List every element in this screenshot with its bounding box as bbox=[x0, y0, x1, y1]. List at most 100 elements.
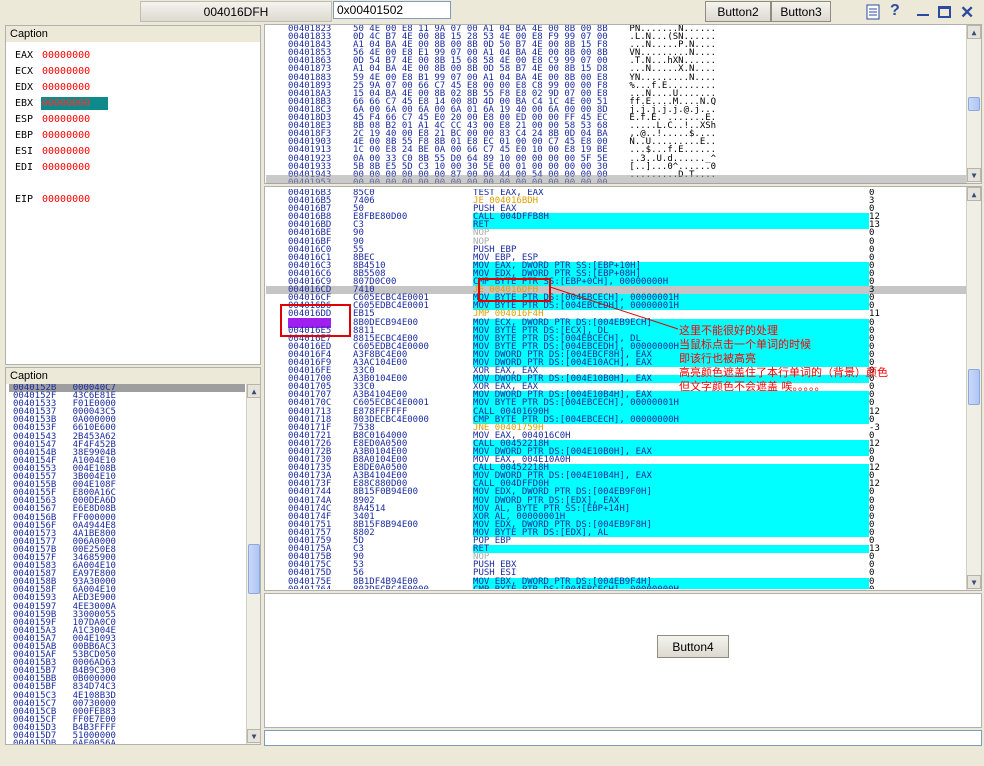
scroll-thumb[interactable] bbox=[248, 544, 260, 594]
disasm-mnemonic: JE 004016BDH bbox=[473, 196, 539, 207]
disasm-mnemonic: POP EBP bbox=[473, 536, 511, 547]
address-label-box: 004016DFH bbox=[140, 1, 332, 22]
disasm-row[interactable]: 004016B5 7406 JE 004016BDH 3 bbox=[288, 196, 964, 207]
register-row[interactable]: EBX 00000000 bbox=[15, 97, 109, 110]
menu-icon[interactable] bbox=[866, 4, 880, 20]
register-name: ESP bbox=[15, 114, 34, 125]
register-value: 00000000 bbox=[42, 162, 91, 173]
stack-scrollbar[interactable]: ▲ ▼ bbox=[246, 384, 261, 744]
hex-scroll-down-icon[interactable]: ▼ bbox=[967, 168, 981, 182]
disasm-row[interactable]: 00401744 8B15F0B94E00 MOV EDX, DWORD PTR … bbox=[288, 488, 964, 497]
register-name: EBX bbox=[15, 98, 34, 109]
maximize-icon[interactable] bbox=[938, 6, 951, 18]
disasm-bytes: 53 bbox=[353, 560, 364, 571]
disasm-mnemonic: CALL 004DFFB8H bbox=[473, 213, 870, 222]
annotation-line: 这里不能很好的处理 bbox=[679, 324, 778, 337]
register-value: 00000000 bbox=[42, 82, 91, 93]
disasm-cycles: 0 bbox=[869, 585, 874, 589]
register-value: 00000000 bbox=[42, 50, 91, 61]
register-row[interactable]: ESI 00000000 bbox=[15, 146, 91, 157]
disasm-address: 00401764 bbox=[288, 585, 331, 589]
disasm-scroll-up-icon[interactable]: ▲ bbox=[967, 187, 981, 201]
register-value: 00000000 bbox=[42, 194, 91, 205]
close-icon[interactable]: ✕ bbox=[960, 3, 974, 23]
register-row-eip[interactable]: EIP 00000000 bbox=[15, 194, 91, 205]
disasm-bytes: 90 bbox=[353, 228, 364, 239]
hex-dump-list[interactable]: 00401823 50 4E 00 E8 11 9A 07 00 A1 04 B… bbox=[288, 25, 964, 183]
registers-caption: Caption bbox=[6, 26, 260, 42]
hex-scrollbar[interactable]: ▲ ▼ bbox=[966, 25, 981, 183]
register-row[interactable]: EDX 00000000 bbox=[15, 82, 91, 93]
register-name: ESI bbox=[15, 146, 34, 157]
disasm-row[interactable]: 004016B8 E8FBE80D00 CALL 004DFFB8H 12 bbox=[288, 213, 964, 222]
disasm-scroll-thumb[interactable] bbox=[968, 369, 980, 405]
annotation-arrow bbox=[550, 286, 679, 330]
disasm-bytes: 803DECBC4E0000 bbox=[353, 585, 473, 589]
output-pane bbox=[264, 593, 982, 728]
register-value: 00000000 bbox=[42, 114, 91, 125]
disasm-bytes: C3 bbox=[353, 220, 364, 231]
disasm-bytes: 90 bbox=[353, 236, 364, 247]
disasm-row[interactable]: 0040175B 90 NOP 0 bbox=[288, 552, 964, 563]
stack-row[interactable]: 004015DB 6AE0056A bbox=[9, 740, 245, 744]
hex-scroll-up-icon[interactable]: ▲ bbox=[967, 25, 981, 39]
disasm-row[interactable]: 00401764 803DECBC4E0000CMP BYTE PTR DS:[… bbox=[288, 585, 964, 589]
annotation-line: 当鼠标点击一个单词的时候 bbox=[679, 338, 811, 351]
hex-dump-pane: 00401823 50 4E 00 E8 11 9A 07 00 A1 04 B… bbox=[264, 24, 982, 184]
scroll-up-icon[interactable]: ▲ bbox=[247, 384, 261, 398]
disasm-row[interactable]: 0040174C 8A4514 MOV AL, BYTE PTR SS:[EBP+… bbox=[288, 504, 964, 513]
command-input[interactable] bbox=[264, 730, 982, 746]
register-name: EAX bbox=[15, 50, 34, 61]
annotation-line: 高亮颜色遮盖住了本行单词的（背景）颜色 bbox=[679, 366, 888, 379]
disasm-bytes: 7406 bbox=[353, 196, 375, 207]
register-row[interactable]: EAX 00000000 bbox=[15, 50, 91, 61]
disasm-row[interactable]: 004016BF 90 NOP 0 bbox=[288, 236, 964, 247]
address-input-value: 0x00401502 bbox=[337, 3, 404, 17]
annotation-line: 即该行也被高亮 bbox=[679, 352, 756, 365]
disasm-row[interactable]: 00401751 8B15F8B94E00 MOV EDX, DWORD PTR … bbox=[288, 520, 964, 529]
disasm-row[interactable]: 0040175C 53 PUSH EBX 0 bbox=[288, 560, 964, 571]
disasm-row[interactable]: 0040175A C3 RET 13 bbox=[288, 545, 964, 554]
scroll-down-icon[interactable]: ▼ bbox=[247, 729, 261, 743]
register-name: ECX bbox=[15, 66, 34, 77]
disasm-row[interactable]: 00401718 803DECBC4E0000 CMP BYTE PTR DS:[… bbox=[288, 415, 964, 424]
register-name: EIP bbox=[15, 194, 34, 205]
disasm-mnemonic: NOP bbox=[473, 236, 490, 247]
register-value: 00000000 bbox=[42, 66, 91, 77]
disasm-mnemonic: RET bbox=[473, 221, 870, 230]
register-row[interactable]: EDI 00000000 bbox=[15, 162, 91, 173]
register-row[interactable]: EBP 00000000 bbox=[15, 130, 91, 141]
annotation-note: 这里不能很好的处理 当鼠标点击一个单词的时候 即该行也被高亮 高亮颜色遮盖住了本行单词… bbox=[679, 324, 919, 394]
stack-caption: Caption bbox=[6, 368, 260, 384]
button4[interactable]: Button4 bbox=[657, 635, 729, 658]
address-label: 004016DFH bbox=[203, 4, 269, 19]
button2[interactable]: Button2 bbox=[705, 1, 771, 22]
debugger-window: 004016DFH 0x00401502 Button2 Button3 ? ✕… bbox=[0, 0, 984, 766]
disasm-row[interactable]: 004016B3 85C0 TEST EAX, EAX 0 bbox=[288, 189, 964, 198]
disasm-bytes: 5D bbox=[353, 536, 364, 547]
stack-list[interactable]: 0040152B 000040C7 0040152F 43C6E81E 004015… bbox=[9, 384, 245, 744]
help-icon[interactable]: ? bbox=[890, 2, 900, 20]
disasm-row[interactable]: 004016C0 55 PUSH EBP 0 bbox=[288, 245, 964, 254]
address-input[interactable]: 0x00401502 bbox=[333, 1, 451, 19]
disasm-scrollbar[interactable]: ▲ ▼ bbox=[966, 187, 981, 590]
register-value: 00000000 bbox=[41, 97, 109, 110]
disasm-row[interactable]: 00401759 5D POP EBP 0 bbox=[288, 536, 964, 547]
disasm-sep bbox=[331, 585, 353, 589]
register-row[interactable]: ECX 00000000 bbox=[15, 66, 91, 77]
disasm-mnemonic: CMP BYTE PTR DS:[004EBCECH], 00000000H bbox=[473, 585, 870, 589]
disasm-row[interactable]: 004016BE 90 NOP 0 bbox=[288, 228, 964, 239]
minimize-icon[interactable] bbox=[917, 14, 929, 16]
disasm-bytes: 8802 bbox=[353, 527, 375, 538]
disasm-mnemonic: NOP bbox=[473, 552, 490, 563]
register-row[interactable]: ESP 00000000 bbox=[15, 114, 91, 125]
disasm-row[interactable]: 004016BD C3 RET 13 bbox=[288, 220, 964, 231]
hex-selection-bar bbox=[266, 175, 966, 184]
hex-scroll-thumb[interactable] bbox=[968, 97, 980, 111]
stack-panel: Caption 0040152B 000040C7 0040152F 43C6E8… bbox=[5, 367, 261, 745]
registers-panel: Caption EAX 00000000 ECX 00000000 EDX 0000000… bbox=[5, 25, 261, 365]
disasm-scroll-down-icon[interactable]: ▼ bbox=[967, 575, 981, 589]
disasm-row[interactable]: 00401757 8802 MOV BYTE PTR DS:[EDX], AL 0 bbox=[288, 527, 964, 538]
button3[interactable]: Button3 bbox=[771, 1, 831, 22]
annotation-line: 但文字颜色不会遮盖 唉。。。。。 bbox=[679, 380, 826, 393]
